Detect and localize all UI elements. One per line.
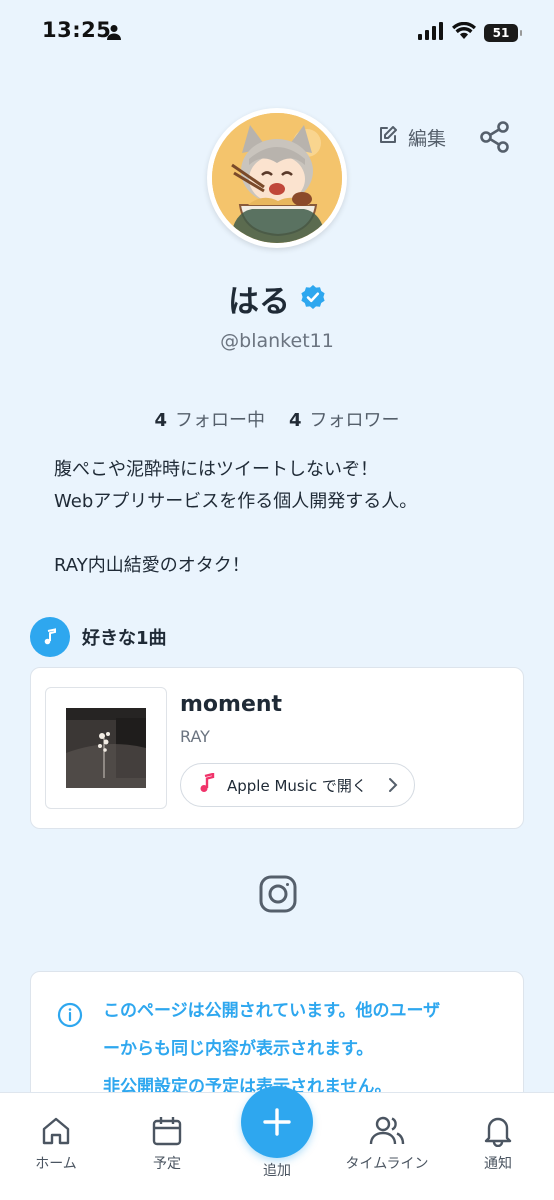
share-icon [480, 121, 509, 153]
song-artist: RAY [180, 727, 210, 746]
profile-bio: 腹ぺこや泥酔時にはツイートしないぞ！ Webアプリサービスを作る個人開発する人。… [54, 454, 417, 582]
followers-link[interactable]: 4 フォロワー [289, 406, 400, 432]
chevron-right-icon [388, 776, 398, 798]
apple-music-icon [199, 772, 215, 797]
nav-schedule[interactable]: 予定 [112, 1115, 222, 1173]
verified-badge-icon [300, 284, 326, 314]
nav-home[interactable]: ホーム [1, 1115, 111, 1173]
status-time: 13:25 [42, 18, 112, 42]
album-art-image [66, 708, 146, 788]
bell-icon [484, 1117, 512, 1147]
plus-icon [263, 1108, 291, 1136]
status-indicators: 51 [418, 21, 522, 44]
share-button[interactable] [478, 120, 512, 158]
nav-timeline[interactable]: タイムライン [332, 1115, 442, 1173]
bio-line: 腹ぺこや泥酔時にはツイートしないぞ！ [54, 459, 378, 480]
album-artwork [45, 687, 167, 809]
bio-line: Webアプリサービスを作る個人開発する人。 [54, 491, 418, 512]
following-link[interactable]: 4 フォロー中 [154, 406, 265, 432]
bio-line: RAY内山結愛のオタク！ [54, 555, 250, 576]
home-icon [42, 1117, 70, 1145]
following-count: 4 [154, 410, 167, 431]
edit-label: 編集 [408, 128, 447, 150]
wifi-icon [452, 21, 476, 44]
info-icon [57, 1002, 83, 1032]
followers-label: フォロワー [309, 410, 400, 431]
nav-notifications-label: 通知 [484, 1156, 512, 1172]
notice-line: ーからも同じ内容が表示されます。 [103, 1039, 374, 1059]
follow-stats: 4 フォロー中 4 フォロワー [0, 406, 554, 432]
edit-button[interactable]: 編集 [378, 124, 446, 151]
song-card[interactable]: moment RAY Apple Music で開く [30, 667, 524, 829]
avatar-image [212, 113, 342, 243]
instagram-link[interactable] [259, 875, 297, 917]
instagram-icon [259, 875, 297, 913]
pencil-icon [378, 125, 398, 150]
display-name: はる [228, 284, 290, 320]
followers-count: 4 [289, 410, 302, 431]
song-title: moment [180, 692, 283, 717]
add-button[interactable] [241, 1086, 313, 1158]
following-label: フォロー中 [175, 410, 265, 431]
notice-line: このページは公開されています。他のユーザ [103, 1001, 441, 1021]
open-apple-music-label: Apple Music で開く [227, 776, 367, 795]
avatar[interactable] [207, 108, 347, 248]
name-row: はる [0, 276, 554, 321]
nav-schedule-label: 予定 [153, 1156, 181, 1172]
music-note-icon [30, 617, 70, 657]
person-icon [106, 24, 122, 44]
bio-line [54, 518, 417, 550]
signal-icon [418, 22, 444, 44]
favorite-song-header: 好きな1曲 [30, 617, 167, 657]
calendar-icon [152, 1117, 182, 1146]
user-handle: @blanket11 [220, 330, 334, 352]
open-apple-music-button[interactable]: Apple Music で開く [180, 763, 415, 807]
nav-notifications[interactable]: 通知 [443, 1115, 553, 1173]
favorite-song-title: 好きな1曲 [82, 628, 167, 649]
status-bar: 13:25 51 [0, 0, 554, 62]
add-label: 追加 [263, 1163, 291, 1179]
people-icon [369, 1116, 405, 1145]
battery-icon: 51 [484, 24, 522, 42]
nav-timeline-label: タイムライン [345, 1156, 429, 1172]
nav-home-label: ホーム [35, 1156, 77, 1172]
